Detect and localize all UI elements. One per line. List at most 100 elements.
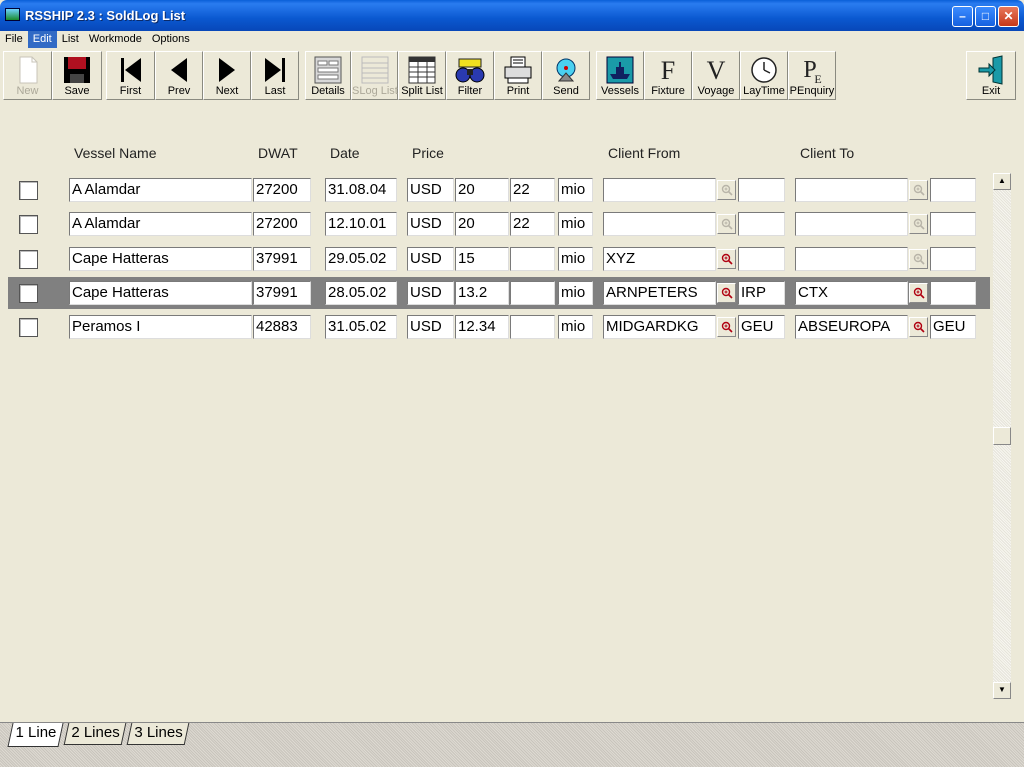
exit-button[interactable]: Exit — [966, 51, 1016, 100]
price-unit-field[interactable]: mio — [558, 247, 593, 271]
tab-2-lines[interactable]: 2 Lines — [63, 723, 127, 745]
last-button[interactable]: Last — [251, 51, 299, 100]
table-row[interactable]: Cape Hatteras 37991 29.05.02 USD 15 mio … — [8, 243, 990, 275]
row-checkbox[interactable] — [19, 181, 38, 200]
client-from-lookup-button[interactable] — [717, 214, 736, 234]
split-list-button[interactable]: Split List — [398, 51, 446, 100]
currency-field[interactable]: USD — [407, 178, 454, 202]
client-to-code-field[interactable]: GEU — [930, 315, 976, 339]
laytime-button[interactable]: LayTime — [740, 51, 788, 100]
scroll-down-button[interactable]: ▼ — [993, 682, 1011, 699]
client-from-field[interactable]: XYZ — [603, 247, 716, 271]
row-checkbox[interactable] — [19, 215, 38, 234]
price-to-field[interactable] — [510, 281, 555, 305]
client-to-code-field[interactable] — [930, 212, 976, 236]
dwat-field[interactable]: 27200 — [253, 212, 311, 236]
fixture-button[interactable]: F Fixture — [644, 51, 692, 100]
row-checkbox[interactable] — [19, 318, 38, 337]
scroll-thumb[interactable] — [993, 427, 1011, 445]
penquiry-button[interactable]: PE PEnquiry — [788, 51, 836, 100]
client-to-code-field[interactable] — [930, 247, 976, 271]
app-icon[interactable] — [5, 8, 20, 21]
dwat-field[interactable]: 37991 — [253, 247, 311, 271]
next-button[interactable]: Next — [203, 51, 251, 100]
price-unit-field[interactable]: mio — [558, 212, 593, 236]
dwat-field[interactable]: 42883 — [253, 315, 311, 339]
client-to-lookup-button[interactable] — [909, 283, 928, 303]
price-from-field[interactable]: 12.34 — [455, 315, 509, 339]
tab-3-lines[interactable]: 3 Lines — [126, 723, 190, 745]
client-from-code-field[interactable]: IRP — [738, 281, 785, 305]
price-from-field[interactable]: 15 — [455, 247, 509, 271]
price-to-field[interactable] — [510, 315, 555, 339]
table-row[interactable]: A Alamdar 27200 31.08.04 USD 20 22 mio — [8, 174, 990, 206]
price-unit-field[interactable]: mio — [558, 315, 593, 339]
vessel-name-field[interactable]: A Alamdar — [69, 178, 252, 202]
table-row[interactable]: Cape Hatteras 37991 28.05.02 USD 13.2 mi… — [8, 277, 990, 309]
client-to-field[interactable]: ABSEUROPA — [795, 315, 908, 339]
voyage-button[interactable]: V Voyage — [692, 51, 740, 100]
client-from-field[interactable] — [603, 178, 716, 202]
title-bar[interactable]: RSSHIP 2.3 : SoldLog List – □ ✕ — [0, 0, 1024, 31]
client-from-lookup-button[interactable] — [717, 283, 736, 303]
price-to-field[interactable]: 22 — [510, 178, 555, 202]
client-from-code-field[interactable] — [738, 212, 785, 236]
date-field[interactable]: 29.05.02 — [325, 247, 397, 271]
price-unit-field[interactable]: mio — [558, 178, 593, 202]
menu-file[interactable]: File — [0, 31, 28, 48]
client-from-code-field[interactable] — [738, 247, 785, 271]
print-button[interactable]: Print — [494, 51, 542, 100]
date-field[interactable]: 31.05.02 — [325, 315, 397, 339]
row-checkbox[interactable] — [19, 250, 38, 269]
client-from-code-field[interactable] — [738, 178, 785, 202]
menu-options[interactable]: Options — [147, 31, 195, 48]
price-from-field[interactable]: 20 — [455, 212, 509, 236]
client-from-code-field[interactable]: GEU — [738, 315, 785, 339]
dwat-field[interactable]: 27200 — [253, 178, 311, 202]
client-from-lookup-button[interactable] — [717, 249, 736, 269]
table-row[interactable]: Peramos I 42883 31.05.02 USD 12.34 mio M… — [8, 311, 990, 343]
save-button[interactable]: Save — [52, 51, 102, 100]
client-to-lookup-button[interactable] — [909, 180, 928, 200]
dwat-field[interactable]: 37991 — [253, 281, 311, 305]
currency-field[interactable]: USD — [407, 315, 454, 339]
send-button[interactable]: Send — [542, 51, 590, 100]
date-field[interactable]: 31.08.04 — [325, 178, 397, 202]
vessel-name-field[interactable]: Peramos I — [69, 315, 252, 339]
prev-button[interactable]: Prev — [155, 51, 203, 100]
currency-field[interactable]: USD — [407, 281, 454, 305]
price-from-field[interactable]: 20 — [455, 178, 509, 202]
client-to-field[interactable] — [795, 178, 908, 202]
price-unit-field[interactable]: mio — [558, 281, 593, 305]
table-row[interactable]: A Alamdar 27200 12.10.01 USD 20 22 mio — [8, 208, 990, 240]
new-button[interactable]: New — [3, 51, 52, 100]
tab-1-line[interactable]: 1 Line — [7, 723, 64, 747]
client-from-field[interactable] — [603, 212, 716, 236]
details-button[interactable]: Details — [305, 51, 351, 100]
client-to-field[interactable] — [795, 212, 908, 236]
slog-list-button[interactable]: SLog List — [351, 51, 398, 100]
client-to-field[interactable] — [795, 247, 908, 271]
client-to-lookup-button[interactable] — [909, 317, 928, 337]
client-from-lookup-button[interactable] — [717, 180, 736, 200]
client-from-field[interactable]: ARNPETERS — [603, 281, 716, 305]
vessel-name-field[interactable]: A Alamdar — [69, 212, 252, 236]
price-to-field[interactable]: 22 — [510, 212, 555, 236]
scroll-up-button[interactable]: ▲ — [993, 173, 1011, 190]
minimize-button[interactable]: – — [952, 6, 973, 27]
client-to-field[interactable]: CTX — [795, 281, 908, 305]
row-checkbox[interactable] — [19, 284, 38, 303]
price-from-field[interactable]: 13.2 — [455, 281, 509, 305]
price-to-field[interactable] — [510, 247, 555, 271]
filter-button[interactable]: Filter — [446, 51, 494, 100]
currency-field[interactable]: USD — [407, 247, 454, 271]
maximize-button[interactable]: □ — [975, 6, 996, 27]
client-to-code-field[interactable] — [930, 281, 976, 305]
menu-list[interactable]: List — [57, 31, 84, 48]
first-button[interactable]: First — [106, 51, 155, 100]
client-from-lookup-button[interactable] — [717, 317, 736, 337]
date-field[interactable]: 12.10.01 — [325, 212, 397, 236]
client-from-field[interactable]: MIDGARDKG — [603, 315, 716, 339]
date-field[interactable]: 28.05.02 — [325, 281, 397, 305]
client-to-lookup-button[interactable] — [909, 214, 928, 234]
